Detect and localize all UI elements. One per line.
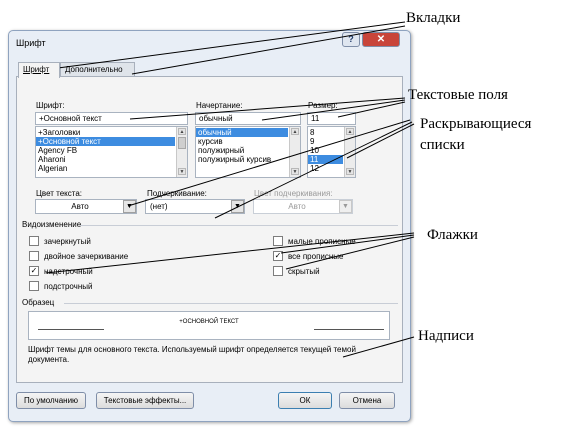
tabs-callout-line-1 bbox=[57, 21, 406, 69]
annotation-text-fields: Текстовые поля bbox=[408, 87, 508, 103]
annotation-checkboxes: Флажки bbox=[427, 227, 478, 243]
annotation-tabs: Вкладки bbox=[406, 10, 461, 26]
annotation-labels: Надписи bbox=[418, 328, 474, 344]
tab-font[interactable]: Шрифт bbox=[18, 62, 60, 78]
checkboxes-callout-line-3 bbox=[285, 236, 415, 270]
labels-callout-line bbox=[342, 336, 415, 358]
tabs-callout-line-2 bbox=[131, 25, 406, 75]
annotation-dropdowns-1: Раскрывающиеся bbox=[420, 116, 532, 132]
text-fields-callout-line-1 bbox=[129, 97, 406, 120]
dropdowns-callout-line-1 bbox=[127, 119, 411, 207]
annotation-lines bbox=[45, 21, 415, 358]
checkboxes-callout-line-2 bbox=[280, 234, 415, 254]
annotation-dropdowns-2: списки bbox=[420, 137, 465, 153]
checkboxes-callout-line-1 bbox=[45, 232, 415, 274]
